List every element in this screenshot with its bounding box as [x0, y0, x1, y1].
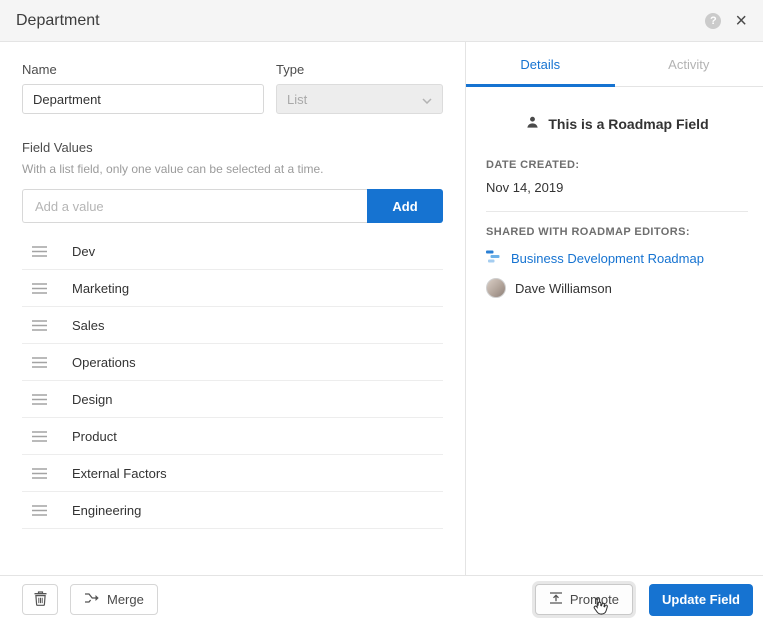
- update-field-button[interactable]: Update Field: [649, 584, 753, 616]
- field-value-label: Marketing: [72, 281, 129, 296]
- roadmap-editor-row: Dave Williamson: [486, 278, 748, 298]
- shared-with-label: SHARED WITH ROADMAP EDITORS:: [486, 226, 748, 238]
- name-label: Name: [22, 62, 264, 77]
- close-icon[interactable]: ×: [735, 11, 747, 31]
- details-content: This is a Roadmap Field DATE CREATED: No…: [466, 115, 763, 298]
- roadmap-field-icon: [525, 115, 540, 132]
- drag-handle-icon[interactable]: [32, 394, 50, 405]
- trash-icon: [34, 591, 47, 609]
- field-value-row: Marketing: [22, 270, 443, 307]
- field-value-label: Product: [72, 429, 117, 444]
- drag-handle-icon[interactable]: [32, 246, 50, 257]
- field-values-helper: With a list field, only one value can be…: [22, 162, 443, 176]
- roadmap-field-heading-text: This is a Roadmap Field: [548, 116, 708, 132]
- avatar: [486, 278, 506, 298]
- details-panel: Details Activity This is a Roadmap Field…: [466, 42, 763, 575]
- help-icon[interactable]: ?: [705, 13, 721, 29]
- roadmap-link[interactable]: Business Development Roadmap: [511, 251, 704, 266]
- field-values-list: Dev Marketing Sales Operations Design Pr…: [22, 233, 443, 529]
- modal-header: Department ? ×: [0, 0, 763, 42]
- roadmap-icon: [486, 250, 502, 266]
- field-value-label: Dev: [72, 244, 95, 259]
- tab-activity[interactable]: Activity: [615, 42, 763, 86]
- name-type-row: Name Type List: [22, 62, 443, 114]
- field-value-label: Engineering: [72, 503, 141, 518]
- details-divider: [486, 211, 748, 212]
- field-value-row: Dev: [22, 233, 443, 270]
- add-value-row: Add: [22, 189, 443, 223]
- field-value-row: Sales: [22, 307, 443, 344]
- drag-handle-icon[interactable]: [32, 468, 50, 479]
- modal-body: Name Type List Field Values With a list …: [0, 42, 763, 575]
- promote-icon: [549, 591, 563, 608]
- drag-handle-icon[interactable]: [32, 505, 50, 516]
- type-select-value: List: [287, 92, 307, 107]
- drag-handle-icon[interactable]: [32, 357, 50, 368]
- promote-button-label: Promote: [570, 592, 619, 607]
- date-created-value: Nov 14, 2019: [486, 180, 748, 195]
- field-value-row: External Factors: [22, 455, 443, 492]
- promote-button[interactable]: Promote: [535, 584, 633, 615]
- field-value-label: Design: [72, 392, 112, 407]
- field-value-label: External Factors: [72, 466, 167, 481]
- department-field-modal: Department ? × Name Type List: [0, 0, 763, 623]
- type-select: List: [276, 84, 443, 114]
- name-input[interactable]: [22, 84, 264, 114]
- drag-handle-icon[interactable]: [32, 283, 50, 294]
- chevron-down-icon: [422, 92, 432, 107]
- modal-title: Department: [16, 12, 100, 30]
- drag-handle-icon[interactable]: [32, 431, 50, 442]
- delete-field-button[interactable]: [22, 584, 58, 615]
- drag-handle-icon[interactable]: [32, 320, 50, 331]
- field-values-label: Field Values: [22, 140, 443, 155]
- add-value-input[interactable]: [22, 189, 367, 223]
- add-value-button[interactable]: Add: [367, 189, 443, 223]
- field-value-row: Operations: [22, 344, 443, 381]
- merge-icon: [84, 592, 100, 607]
- type-field-group: Type List: [276, 62, 443, 114]
- date-created-label: DATE CREATED:: [486, 159, 748, 171]
- field-value-row: Product: [22, 418, 443, 455]
- type-label: Type: [276, 62, 443, 77]
- editor-name: Dave Williamson: [515, 281, 612, 296]
- shared-roadmap-row: Business Development Roadmap: [486, 250, 748, 266]
- merge-button[interactable]: Merge: [70, 584, 158, 615]
- field-edit-panel: Name Type List Field Values With a list …: [0, 42, 465, 575]
- field-value-row: Design: [22, 381, 443, 418]
- merge-button-label: Merge: [107, 592, 144, 607]
- name-field-group: Name: [22, 62, 264, 114]
- detail-tabs: Details Activity: [466, 42, 763, 87]
- field-value-label: Sales: [72, 318, 105, 333]
- roadmap-field-heading: This is a Roadmap Field: [486, 115, 748, 132]
- field-value-row: Engineering: [22, 492, 443, 529]
- tab-details[interactable]: Details: [466, 42, 615, 86]
- modal-footer: Merge Promote Update Field: [0, 575, 763, 623]
- field-value-label: Operations: [72, 355, 136, 370]
